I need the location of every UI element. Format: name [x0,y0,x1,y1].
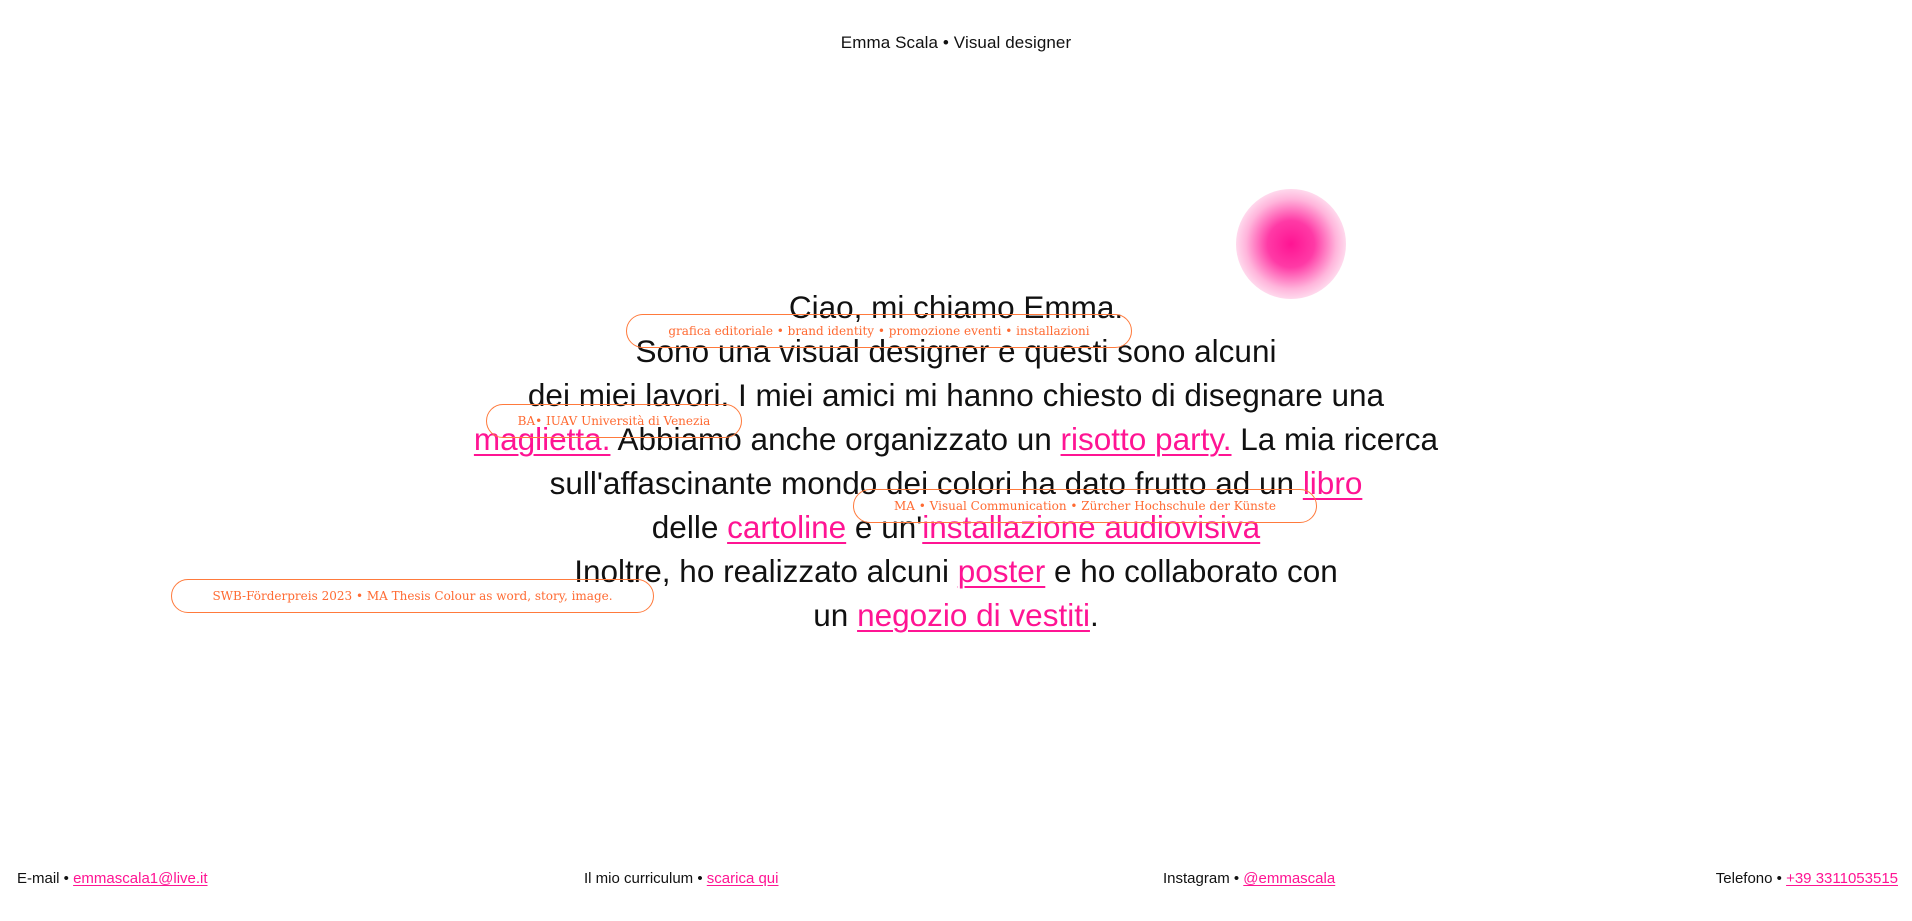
phone-link[interactable]: +39 3311053515 [1786,870,1898,887]
instagram-label: Instagram • [1163,870,1244,887]
phone-label: Telefono • [1715,870,1787,887]
email-label: E-mail • [17,870,74,887]
tag-pill-ma: MA • Visual Communication • Zürcher Hoch… [853,489,1317,523]
footer: E-mail • emmascala1@live.it Il mio curri… [0,870,1912,894]
link-cartoline[interactable]: cartoline [727,509,846,545]
footer-email: E-mail • emmascala1@live.it [17,870,208,887]
tag-pill-award: SWB-Förderpreis 2023 • MA Thesis Colour … [171,579,654,613]
footer-phone: Telefono • +39 3311053515 [1716,870,1898,887]
email-link[interactable]: emmascala1@live.it [73,870,207,887]
intro-line-6-start: delle [651,509,728,545]
footer-cv: Il mio curriculum • scarica qui [584,870,778,887]
cv-download-link[interactable]: scarica qui [707,870,779,887]
intro-line-3: dei miei lavori. I miei amici mi hanno c… [527,377,1385,413]
link-risotto-party[interactable]: risotto party. [1061,421,1232,457]
link-negozio-di-vestiti[interactable]: negozio di vestiti [857,597,1090,633]
pink-glow-orb [1236,189,1346,299]
cv-label: Il mio curriculum • [584,870,707,887]
link-poster[interactable]: poster [958,553,1046,589]
site-title: Emma Scala • Visual designer [840,33,1072,52]
tag-pill-services: grafica editoriale • brand identity • pr… [626,314,1132,348]
intro-line-4-end: La mia ricerca [1231,421,1439,457]
page: Emma Scala • Visual designer Ciao, mi ch… [0,0,1912,921]
intro-line-8-end: . [1089,597,1099,633]
instagram-link[interactable]: @emmascala [1243,870,1335,887]
intro-line-4: maglietta. Abbiamo anche organizzato un … [0,417,1912,461]
intro-line-8-start: un [813,597,858,633]
tag-pill-ba: BA• IUAV Università di Venezia [486,404,742,438]
intro-line-7-end: e ho collaborato con [1045,553,1338,589]
footer-instagram: Instagram • @emmascala [1163,870,1335,887]
